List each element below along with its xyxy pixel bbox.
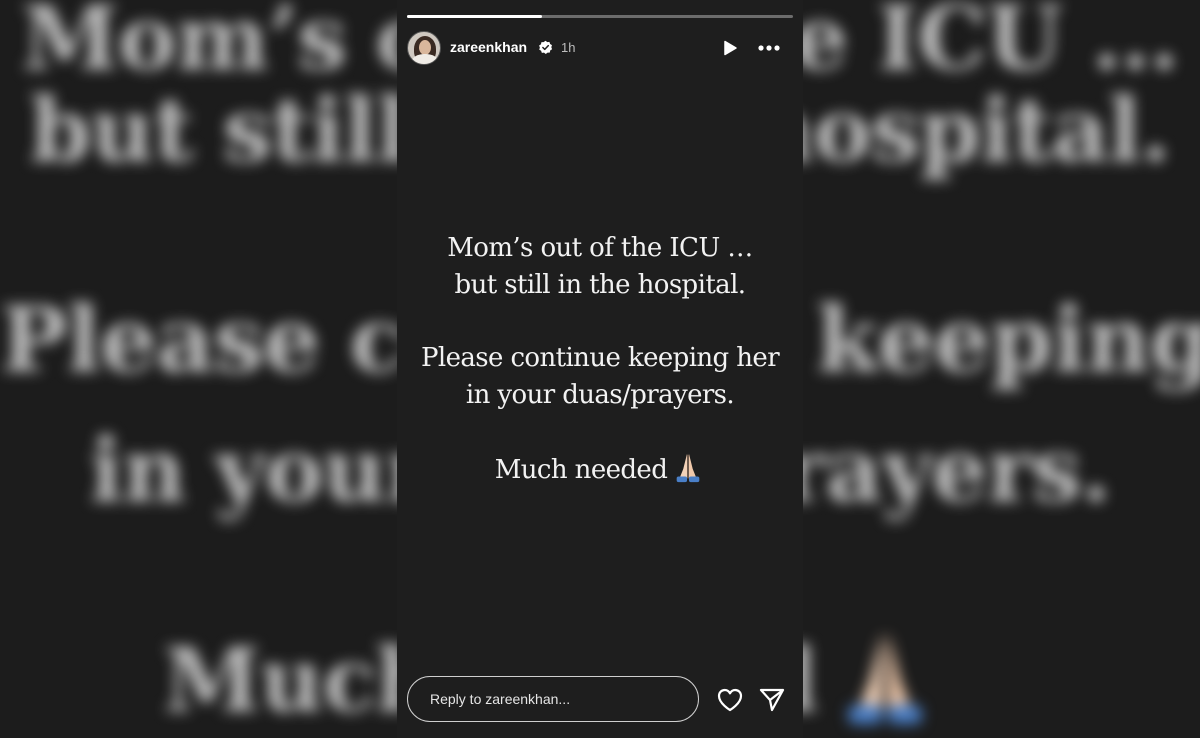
story-text-line: but still in the hospital. <box>454 270 747 300</box>
more-options-icon[interactable] <box>757 44 781 52</box>
play-icon[interactable] <box>721 39 739 57</box>
folded-hands-icon <box>676 453 700 483</box>
story-header: zareenkhan 1h <box>407 30 793 66</box>
username-link[interactable]: zareenkhan <box>450 39 527 55</box>
send-icon[interactable] <box>758 686 786 714</box>
avatar[interactable] <box>407 31 441 65</box>
story-text-line: Much needed <box>494 455 668 485</box>
story-progress-fill <box>407 15 543 18</box>
story-text-line-with-emoji: Much needed <box>397 450 803 489</box>
bg-folded-hands-icon <box>848 632 922 724</box>
story-card[interactable]: zareenkhan 1h Mom’s out of the ICU … but… <box>397 0 803 738</box>
story-viewer: Mom’s out of the ICU … but still in the … <box>0 0 1200 738</box>
heart-icon[interactable] <box>716 687 744 713</box>
story-text: Mom’s out of the ICU … but still in the … <box>397 230 803 489</box>
story-text-line: Please continue keeping her <box>420 343 780 373</box>
story-text-line: Mom’s out of the ICU … <box>447 233 753 263</box>
story-progress-bar <box>407 15 793 18</box>
verified-badge-icon <box>539 40 553 54</box>
story-text-line: in your duas/prayers. <box>465 380 735 410</box>
reply-input[interactable] <box>407 676 699 722</box>
story-timestamp: 1h <box>561 40 576 55</box>
